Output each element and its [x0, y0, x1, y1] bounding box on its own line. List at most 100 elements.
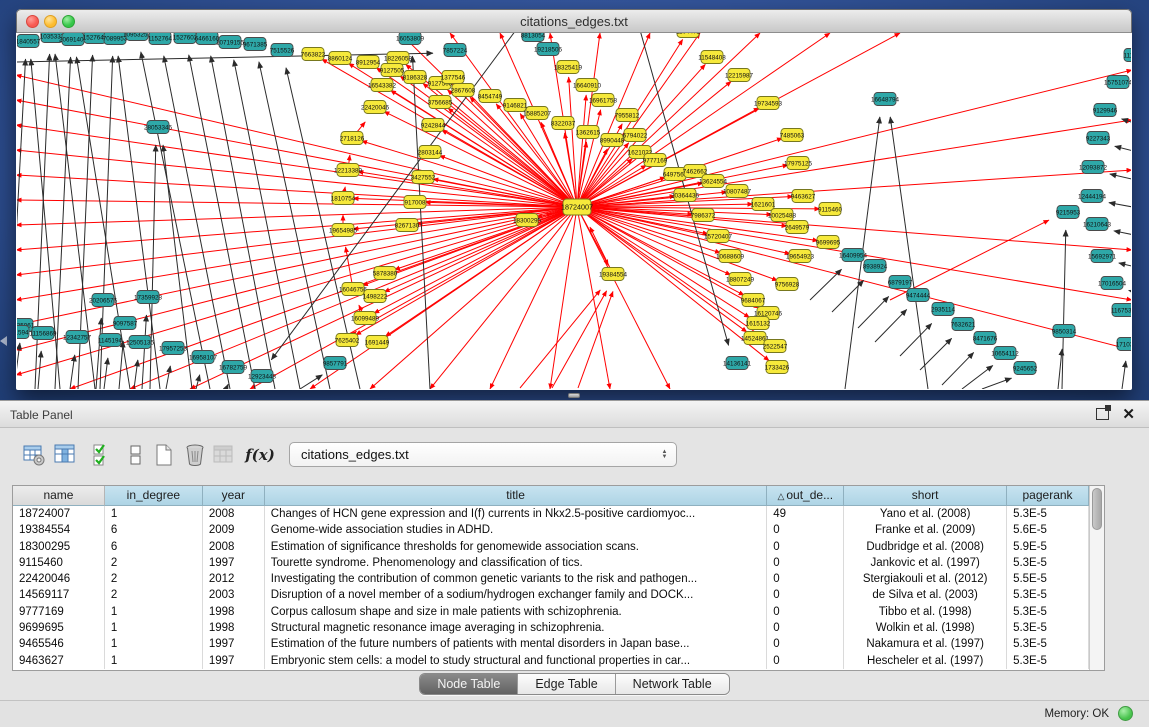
table-cell-short[interactable]: Dudbridge et al. (2008)	[844, 539, 1007, 555]
graph-node[interactable]: 17957253	[159, 342, 188, 355]
table-cell-short[interactable]: de Silva et al. (2003)	[844, 587, 1007, 603]
column-display-icon[interactable]	[51, 441, 79, 469]
table-cell-pagerank[interactable]: 5.3E-5	[1007, 604, 1089, 620]
graph-node[interactable]: 19384554	[599, 268, 628, 281]
graph-node[interactable]: 9115460	[818, 203, 843, 216]
table-cell-title[interactable]: Disruption of a novel member of a sodium…	[265, 587, 768, 603]
graph-node[interactable]: 16961758	[589, 94, 618, 107]
graph-node[interactable]: 7625402	[335, 334, 360, 347]
graph-node[interactable]: 6879197	[888, 276, 913, 289]
table-cell-in_degree[interactable]: 1	[105, 653, 203, 669]
graph-node[interactable]: 12342757	[63, 331, 92, 344]
graph-node[interactable]: 16099489	[351, 312, 380, 325]
graph-node[interactable]: 9215953	[1056, 206, 1081, 219]
table-cell-out_de[interactable]: 0	[767, 620, 844, 636]
table-row[interactable]: 2242004622012Investigating the contribut…	[13, 571, 1089, 587]
graph-node[interactable]: 18226058	[384, 52, 413, 65]
table-cell-year[interactable]: 1997	[203, 636, 265, 652]
table-cell-out_de[interactable]: 0	[767, 571, 844, 587]
graph-node[interactable]: 12093872	[1079, 161, 1108, 174]
graph-node[interactable]: 14136141	[723, 357, 752, 370]
graph-node[interactable]: 2803144	[418, 146, 443, 159]
table-cell-out_de[interactable]: 0	[767, 636, 844, 652]
graph-node[interactable]: 1104472	[676, 33, 701, 38]
column-header-out_de[interactable]: △out_de...	[767, 486, 844, 506]
graph-node[interactable]: 10025488	[768, 209, 797, 222]
graph-node[interactable]: 7485063	[780, 129, 805, 142]
graph-node[interactable]: 9127505	[380, 64, 405, 77]
graph-node[interactable]: 20206576	[89, 294, 118, 307]
new-column-icon[interactable]	[150, 441, 178, 469]
graph-node[interactable]: 1145194	[98, 334, 123, 347]
graph-node[interactable]: 2718126	[340, 132, 365, 145]
graph-node[interactable]: 1840557	[17, 35, 41, 48]
graph-node[interactable]: 9227343	[1086, 132, 1111, 145]
network-window[interactable]: citations_edges.txt 22420046271812612213…	[16, 9, 1132, 390]
graph-node[interactable]: 22420046	[361, 101, 390, 114]
graph-node[interactable]: 11156869	[29, 327, 57, 340]
table-select-dropdown[interactable]: citations_edges.txt ▲▼	[289, 442, 677, 467]
graph-node[interactable]: 9671385	[243, 38, 268, 51]
row-icon[interactable]	[122, 441, 150, 469]
table-cell-in_degree[interactable]: 1	[105, 604, 203, 620]
graph-node[interactable]: 17359928	[134, 291, 163, 304]
table-cell-year[interactable]: 2003	[203, 587, 265, 603]
graph-node[interactable]: 391594	[17, 326, 29, 339]
table-cell-short[interactable]: Nakamura et al. (1997)	[844, 636, 1007, 652]
table-row[interactable]: 911546021997Tourette syndrome. Phenomeno…	[13, 555, 1089, 571]
graph-node[interactable]: 19218506	[534, 43, 563, 56]
graph-node[interactable]: 9474444	[906, 289, 931, 302]
table-mode-icon[interactable]	[20, 441, 48, 469]
graph-node[interactable]: 8186328	[403, 71, 428, 84]
graph-node[interactable]: 8322037	[551, 117, 576, 130]
graph-node[interactable]: 9699695	[816, 236, 841, 249]
graph-node[interactable]: 15885207	[523, 107, 552, 120]
select-columns-icon[interactable]	[90, 441, 118, 469]
table-cell-title[interactable]: Estimation of significance thresholds fo…	[265, 539, 768, 555]
table-row[interactable]: 969969511998Structural magnetic resonanc…	[13, 620, 1089, 636]
table-cell-short[interactable]: Jankovic et al. (1997)	[844, 555, 1007, 571]
graph-node[interactable]: 3427552	[411, 171, 436, 184]
table-cell-out_de[interactable]: 0	[767, 522, 844, 538]
table-cell-pagerank[interactable]: 5.5E-5	[1007, 571, 1089, 587]
table-cell-name[interactable]: 9777169	[13, 604, 105, 620]
table-cell-pagerank[interactable]: 5.3E-5	[1007, 555, 1089, 571]
graph-node[interactable]: 2867608	[451, 84, 476, 97]
table-cell-out_de[interactable]: 0	[767, 539, 844, 555]
graph-node[interactable]: 8860124	[328, 52, 353, 65]
table-cell-name[interactable]: 22420046	[13, 571, 105, 587]
table-cell-out_de[interactable]: 0	[767, 604, 844, 620]
graph-node[interactable]: 1111305	[1123, 49, 1131, 62]
graph-node[interactable]: 8912954	[356, 56, 381, 69]
window-titlebar[interactable]: citations_edges.txt	[16, 9, 1132, 33]
table-cell-name[interactable]: 9699695	[13, 620, 105, 636]
graph-node[interactable]: 18300295	[513, 214, 542, 227]
graph-node[interactable]: 15751074	[1104, 76, 1131, 89]
column-header-pagerank[interactable]: pagerank	[1007, 486, 1089, 506]
graph-node[interactable]: 3756685	[428, 96, 453, 109]
graph-node[interactable]: 17016504	[1098, 277, 1127, 290]
graph-node[interactable]: 2522547	[763, 340, 788, 353]
table-row[interactable]: 1938455462009Genome-wide association stu…	[13, 522, 1089, 538]
scrollbar-thumb[interactable]	[1092, 488, 1102, 530]
graph-node[interactable]: 2935114	[931, 303, 956, 316]
graph-node[interactable]: 20364436	[671, 189, 700, 202]
table-cell-name[interactable]: 9463627	[13, 653, 105, 669]
graph-node[interactable]: 16053809	[396, 33, 425, 45]
graph-node[interactable]: 7632621	[951, 318, 976, 331]
graph-node[interactable]: 10807487	[723, 185, 752, 198]
table-cell-pagerank[interactable]: 5.3E-5	[1007, 587, 1089, 603]
graph-node[interactable]: 9463627	[791, 190, 816, 203]
panel-collapse-arrow-icon[interactable]	[0, 336, 7, 346]
graph-node[interactable]: 12923448	[248, 370, 277, 383]
column-header-year[interactable]: year	[203, 486, 265, 506]
table-cell-year[interactable]: 1998	[203, 604, 265, 620]
table-cell-title[interactable]: Estimation of the future numbers of pati…	[265, 636, 768, 652]
table-cell-short[interactable]: Tibbo et al. (1998)	[844, 604, 1007, 620]
graph-node[interactable]: 1733426	[765, 361, 790, 374]
table-cell-pagerank[interactable]: 5.3E-5	[1007, 636, 1089, 652]
close-panel-icon[interactable]: ✕	[1122, 405, 1135, 423]
table-cell-short[interactable]: Stergiakouli et al. (2012)	[844, 571, 1007, 587]
table-cell-short[interactable]: Hescheler et al. (1997)	[844, 653, 1007, 669]
table-cell-year[interactable]: 2008	[203, 539, 265, 555]
